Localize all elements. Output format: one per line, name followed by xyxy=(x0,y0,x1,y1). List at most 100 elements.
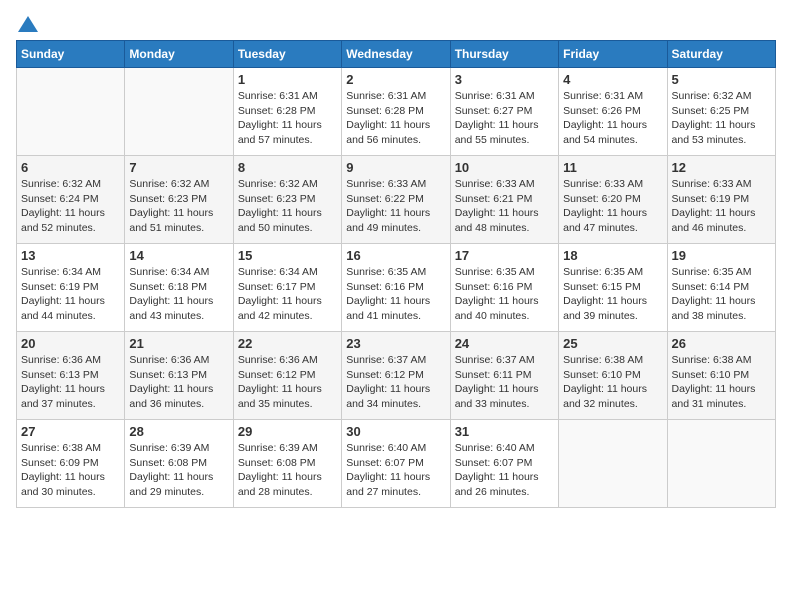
day-info: Sunrise: 6:34 AM Sunset: 6:17 PM Dayligh… xyxy=(238,265,337,324)
day-info: Sunrise: 6:37 AM Sunset: 6:12 PM Dayligh… xyxy=(346,353,445,412)
calendar-week-row: 6Sunrise: 6:32 AM Sunset: 6:24 PM Daylig… xyxy=(17,156,776,244)
calendar-day-cell: 12Sunrise: 6:33 AM Sunset: 6:19 PM Dayli… xyxy=(667,156,775,244)
calendar-day-cell: 19Sunrise: 6:35 AM Sunset: 6:14 PM Dayli… xyxy=(667,244,775,332)
day-number: 8 xyxy=(238,160,337,175)
day-info: Sunrise: 6:36 AM Sunset: 6:12 PM Dayligh… xyxy=(238,353,337,412)
day-number: 2 xyxy=(346,72,445,87)
day-number: 16 xyxy=(346,248,445,263)
day-info: Sunrise: 6:32 AM Sunset: 6:23 PM Dayligh… xyxy=(238,177,337,236)
calendar-day-cell xyxy=(125,68,233,156)
day-info: Sunrise: 6:32 AM Sunset: 6:25 PM Dayligh… xyxy=(672,89,771,148)
day-info: Sunrise: 6:40 AM Sunset: 6:07 PM Dayligh… xyxy=(455,441,554,500)
logo-triangle-icon xyxy=(18,16,38,32)
day-number: 18 xyxy=(563,248,662,263)
day-number: 7 xyxy=(129,160,228,175)
calendar-day-cell: 13 Sunrise: 6:34 AM Sunset: 6:19 PM Dayli… xyxy=(17,244,125,332)
day-info: Sunrise: 6:36 AM Sunset: 6:13 PM Dayligh… xyxy=(21,353,120,412)
day-number: 1 xyxy=(238,72,337,87)
calendar-header-monday: Monday xyxy=(125,41,233,68)
calendar-day-cell: 24Sunrise: 6:37 AM Sunset: 6:11 PM Dayli… xyxy=(450,332,558,420)
day-info: Sunrise: 6:39 AM Sunset: 6:08 PM Dayligh… xyxy=(238,441,337,500)
day-info: Sunrise: 6:35 AM Sunset: 6:14 PM Dayligh… xyxy=(672,265,771,324)
calendar-day-cell: 17 Sunrise: 6:35 AM Sunset: 6:16 PM Dayli… xyxy=(450,244,558,332)
day-info: Sunrise: 6:33 AM Sunset: 6:21 PM Dayligh… xyxy=(455,177,554,236)
day-number: 23 xyxy=(346,336,445,351)
calendar-week-row: 20 Sunrise: 6:36 AM Sunset: 6:13 PM Dayli… xyxy=(17,332,776,420)
calendar-day-cell: 21 Sunrise: 6:36 AM Sunset: 6:13 PM Dayli… xyxy=(125,332,233,420)
calendar-week-row: 27 Sunrise: 6:38 AM Sunset: 6:09 PM Dayli… xyxy=(17,420,776,508)
page-header xyxy=(16,16,776,32)
calendar-day-cell: 22 Sunrise: 6:36 AM Sunset: 6:12 PM Dayli… xyxy=(233,332,341,420)
calendar-day-cell: 30 Sunrise: 6:40 AM Sunset: 6:07 PM Dayli… xyxy=(342,420,450,508)
day-info: Sunrise: 6:31 AM Sunset: 6:28 PM Dayligh… xyxy=(238,89,337,148)
calendar-day-cell: 27 Sunrise: 6:38 AM Sunset: 6:09 PM Dayli… xyxy=(17,420,125,508)
day-number: 11 xyxy=(563,160,662,175)
day-info: Sunrise: 6:36 AM Sunset: 6:13 PM Dayligh… xyxy=(129,353,228,412)
calendar-table: SundayMondayTuesdayWednesdayThursdayFrid… xyxy=(16,40,776,508)
day-info: Sunrise: 6:33 AM Sunset: 6:20 PM Dayligh… xyxy=(563,177,662,236)
calendar-header-thursday: Thursday xyxy=(450,41,558,68)
day-info: Sunrise: 6:35 AM Sunset: 6:15 PM Dayligh… xyxy=(563,265,662,324)
day-info: Sunrise: 6:38 AM Sunset: 6:09 PM Dayligh… xyxy=(21,441,120,500)
calendar-header-tuesday: Tuesday xyxy=(233,41,341,68)
logo xyxy=(16,16,38,32)
calendar-day-cell: 29Sunrise: 6:39 AM Sunset: 6:08 PM Dayli… xyxy=(233,420,341,508)
day-info: Sunrise: 6:32 AM Sunset: 6:23 PM Dayligh… xyxy=(129,177,228,236)
day-number: 21 xyxy=(129,336,228,351)
day-info: Sunrise: 6:34 AM Sunset: 6:19 PM Dayligh… xyxy=(21,265,120,324)
calendar-day-cell: 5Sunrise: 6:32 AM Sunset: 6:25 PM Daylig… xyxy=(667,68,775,156)
calendar-header-wednesday: Wednesday xyxy=(342,41,450,68)
day-number: 17 xyxy=(455,248,554,263)
calendar-day-cell: 31 Sunrise: 6:40 AM Sunset: 6:07 PM Dayli… xyxy=(450,420,558,508)
calendar-day-cell: 2 Sunrise: 6:31 AM Sunset: 6:28 PM Daylig… xyxy=(342,68,450,156)
day-info: Sunrise: 6:31 AM Sunset: 6:28 PM Dayligh… xyxy=(346,89,445,148)
calendar-day-cell: 14 Sunrise: 6:34 AM Sunset: 6:18 PM Dayli… xyxy=(125,244,233,332)
day-number: 9 xyxy=(346,160,445,175)
day-number: 30 xyxy=(346,424,445,439)
calendar-week-row: 13 Sunrise: 6:34 AM Sunset: 6:19 PM Dayli… xyxy=(17,244,776,332)
day-number: 10 xyxy=(455,160,554,175)
day-info: Sunrise: 6:31 AM Sunset: 6:26 PM Dayligh… xyxy=(563,89,662,148)
calendar-week-row: 1 Sunrise: 6:31 AM Sunset: 6:28 PM Daylig… xyxy=(17,68,776,156)
calendar-day-cell: 25Sunrise: 6:38 AM Sunset: 6:10 PM Dayli… xyxy=(559,332,667,420)
day-number: 14 xyxy=(129,248,228,263)
day-number: 26 xyxy=(672,336,771,351)
calendar-day-cell: 3 Sunrise: 6:31 AM Sunset: 6:27 PM Daylig… xyxy=(450,68,558,156)
calendar-day-cell: 15 Sunrise: 6:34 AM Sunset: 6:17 PM Dayli… xyxy=(233,244,341,332)
calendar-header-friday: Friday xyxy=(559,41,667,68)
calendar-header-saturday: Saturday xyxy=(667,41,775,68)
day-number: 27 xyxy=(21,424,120,439)
calendar-day-cell: 26 Sunrise: 6:38 AM Sunset: 6:10 PM Dayli… xyxy=(667,332,775,420)
day-number: 31 xyxy=(455,424,554,439)
calendar-day-cell: 4 Sunrise: 6:31 AM Sunset: 6:26 PM Daylig… xyxy=(559,68,667,156)
day-info: Sunrise: 6:32 AM Sunset: 6:24 PM Dayligh… xyxy=(21,177,120,236)
day-number: 28 xyxy=(129,424,228,439)
day-info: Sunrise: 6:39 AM Sunset: 6:08 PM Dayligh… xyxy=(129,441,228,500)
day-info: Sunrise: 6:37 AM Sunset: 6:11 PM Dayligh… xyxy=(455,353,554,412)
calendar-day-cell: 20 Sunrise: 6:36 AM Sunset: 6:13 PM Dayli… xyxy=(17,332,125,420)
calendar-day-cell: 1 Sunrise: 6:31 AM Sunset: 6:28 PM Daylig… xyxy=(233,68,341,156)
calendar-day-cell: 6Sunrise: 6:32 AM Sunset: 6:24 PM Daylig… xyxy=(17,156,125,244)
calendar-day-cell xyxy=(667,420,775,508)
calendar-day-cell: 7 Sunrise: 6:32 AM Sunset: 6:23 PM Daylig… xyxy=(125,156,233,244)
calendar-day-cell: 16Sunrise: 6:35 AM Sunset: 6:16 PM Dayli… xyxy=(342,244,450,332)
day-number: 22 xyxy=(238,336,337,351)
calendar-header-row: SundayMondayTuesdayWednesdayThursdayFrid… xyxy=(17,41,776,68)
day-number: 4 xyxy=(563,72,662,87)
day-number: 3 xyxy=(455,72,554,87)
calendar-day-cell: 28 Sunrise: 6:39 AM Sunset: 6:08 PM Dayli… xyxy=(125,420,233,508)
calendar-day-cell: 11 Sunrise: 6:33 AM Sunset: 6:20 PM Dayli… xyxy=(559,156,667,244)
day-info: Sunrise: 6:40 AM Sunset: 6:07 PM Dayligh… xyxy=(346,441,445,500)
calendar-day-cell: 23 Sunrise: 6:37 AM Sunset: 6:12 PM Dayli… xyxy=(342,332,450,420)
day-info: Sunrise: 6:35 AM Sunset: 6:16 PM Dayligh… xyxy=(455,265,554,324)
day-info: Sunrise: 6:34 AM Sunset: 6:18 PM Dayligh… xyxy=(129,265,228,324)
day-number: 15 xyxy=(238,248,337,263)
day-number: 12 xyxy=(672,160,771,175)
calendar-header-sunday: Sunday xyxy=(17,41,125,68)
day-info: Sunrise: 6:31 AM Sunset: 6:27 PM Dayligh… xyxy=(455,89,554,148)
day-info: Sunrise: 6:38 AM Sunset: 6:10 PM Dayligh… xyxy=(672,353,771,412)
day-number: 13 xyxy=(21,248,120,263)
day-number: 20 xyxy=(21,336,120,351)
calendar-day-cell: 8 Sunrise: 6:32 AM Sunset: 6:23 PM Daylig… xyxy=(233,156,341,244)
calendar-day-cell: 10 Sunrise: 6:33 AM Sunset: 6:21 PM Dayli… xyxy=(450,156,558,244)
